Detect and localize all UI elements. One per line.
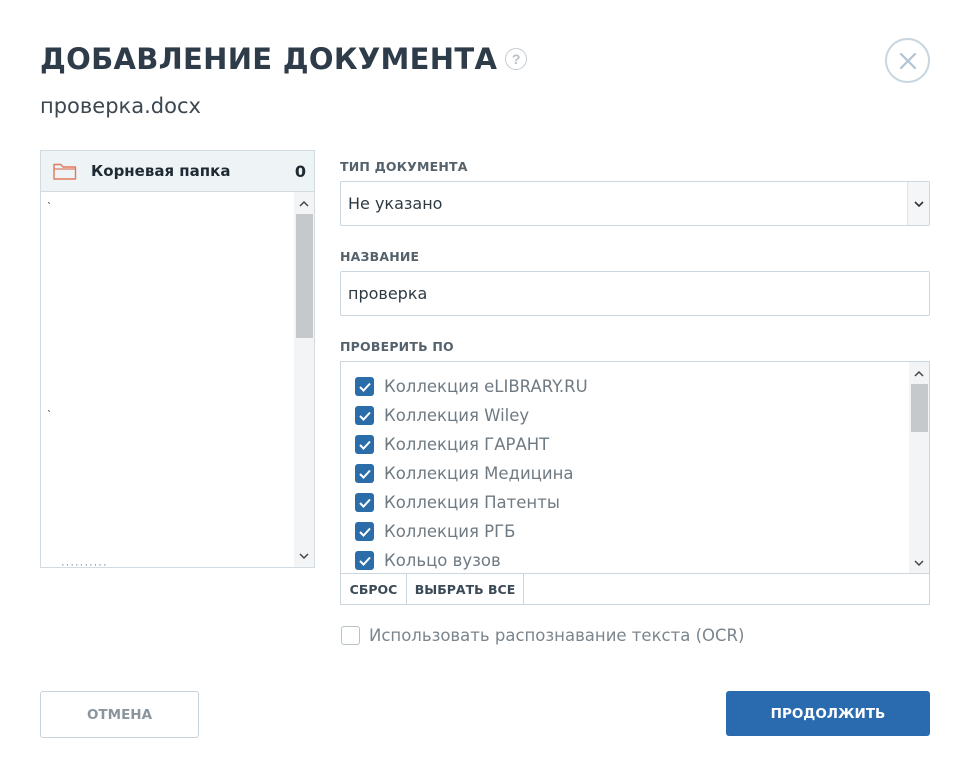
close-icon <box>899 52 916 69</box>
doc-type-value: Не указано <box>348 194 443 213</box>
help-icon[interactable]: ? <box>505 48 528 70</box>
ocr-label: Использовать распознавание текста (OCR) <box>369 626 745 645</box>
ocr-option[interactable]: Использовать распознавание текста (OCR) <box>341 626 744 645</box>
collection-item[interactable]: Коллекция Патенты <box>355 493 560 512</box>
collection-label: Коллекция Wiley <box>384 406 530 425</box>
scroll-down-icon[interactable] <box>909 554 929 572</box>
name-input[interactable]: проверка <box>340 271 930 316</box>
collections-scrollbar[interactable] <box>909 362 929 574</box>
scroll-up-icon[interactable] <box>294 194 314 212</box>
checkbox-checked-icon[interactable] <box>355 522 374 541</box>
scroll-up-icon[interactable] <box>909 364 929 382</box>
checkbox-checked-icon[interactable] <box>355 464 374 483</box>
collection-item[interactable]: Коллекция ГАРАНТ <box>355 435 549 454</box>
checkbox-checked-icon[interactable] <box>355 551 374 570</box>
collection-item[interactable]: Коллекция eLIBRARY.RU <box>355 377 588 396</box>
dialog-title: ДОБАВЛЕНИЕ ДОКУМЕНТА <box>40 42 498 76</box>
collection-label: Коллекция eLIBRARY.RU <box>384 377 588 396</box>
scroll-thumb[interactable] <box>911 384 928 432</box>
name-label: НАЗВАНИЕ <box>340 249 420 264</box>
chevron-down-icon[interactable] <box>907 182 929 225</box>
collection-label: Коллекция РГБ <box>384 522 516 541</box>
collection-item[interactable]: Коллекция Медицина <box>355 464 574 483</box>
check-by-label: ПРОВЕРИТЬ ПО <box>340 339 454 354</box>
checkbox-checked-icon[interactable] <box>355 377 374 396</box>
folder-root-count: 0 <box>294 161 306 181</box>
collections-list: Коллекция eLIBRARY.RU Коллекция Wiley Ко… <box>341 362 909 574</box>
collections-actions: СБРОС ВЫБРАТЬ ВСЕ <box>341 573 929 604</box>
folder-icon <box>53 163 77 180</box>
collection-item[interactable]: Коллекция РГБ <box>355 522 515 541</box>
folder-root-item[interactable]: Корневая папка 0 <box>41 151 314 192</box>
checkbox-checked-icon[interactable] <box>355 435 374 454</box>
folder-root-label: Корневая папка <box>91 162 231 180</box>
collection-item[interactable]: Коллекция Wiley <box>355 406 529 425</box>
document-filename: проверка.docx <box>40 94 201 118</box>
select-all-button[interactable]: ВЫБРАТЬ ВСЕ <box>407 574 524 604</box>
tree-marker: ˋ <box>47 408 51 422</box>
continue-button[interactable]: ПРОДОЛЖИТЬ <box>726 691 930 736</box>
folder-list-clipped-row: ·········· <box>61 559 108 567</box>
checkbox-checked-icon[interactable] <box>355 406 374 425</box>
collection-label: Коллекция Медицина <box>384 464 574 483</box>
close-button[interactable] <box>885 38 930 83</box>
folder-list: ˋ ˋ ·········· <box>41 192 314 567</box>
collection-label: Коллекция ГАРАНТ <box>384 435 550 454</box>
dialog-header: ДОБАВЛЕНИЕ ДОКУМЕНТА ? <box>40 42 528 76</box>
folder-scrollbar[interactable] <box>294 192 314 567</box>
doc-type-select[interactable]: Не указано <box>340 181 930 226</box>
collection-label: Коллекция Патенты <box>384 493 560 512</box>
name-input-value: проверка <box>348 284 428 303</box>
folder-tree: Корневая папка 0 ˋ ˋ ·········· <box>40 150 315 568</box>
scroll-thumb[interactable] <box>296 214 313 338</box>
collection-item[interactable]: Кольцо вузов <box>355 551 501 570</box>
ocr-checkbox[interactable] <box>341 626 360 645</box>
checkbox-checked-icon[interactable] <box>355 493 374 512</box>
tree-marker: ˋ <box>47 200 51 214</box>
doc-type-label: ТИП ДОКУМЕНТА <box>340 159 468 174</box>
collection-label: Кольцо вузов <box>384 551 501 570</box>
reset-button[interactable]: СБРОС <box>341 574 407 604</box>
collections-panel: Коллекция eLIBRARY.RU Коллекция Wiley Ко… <box>340 361 930 605</box>
scroll-down-icon[interactable] <box>294 547 314 565</box>
cancel-button[interactable]: ОТМЕНА <box>40 691 199 738</box>
